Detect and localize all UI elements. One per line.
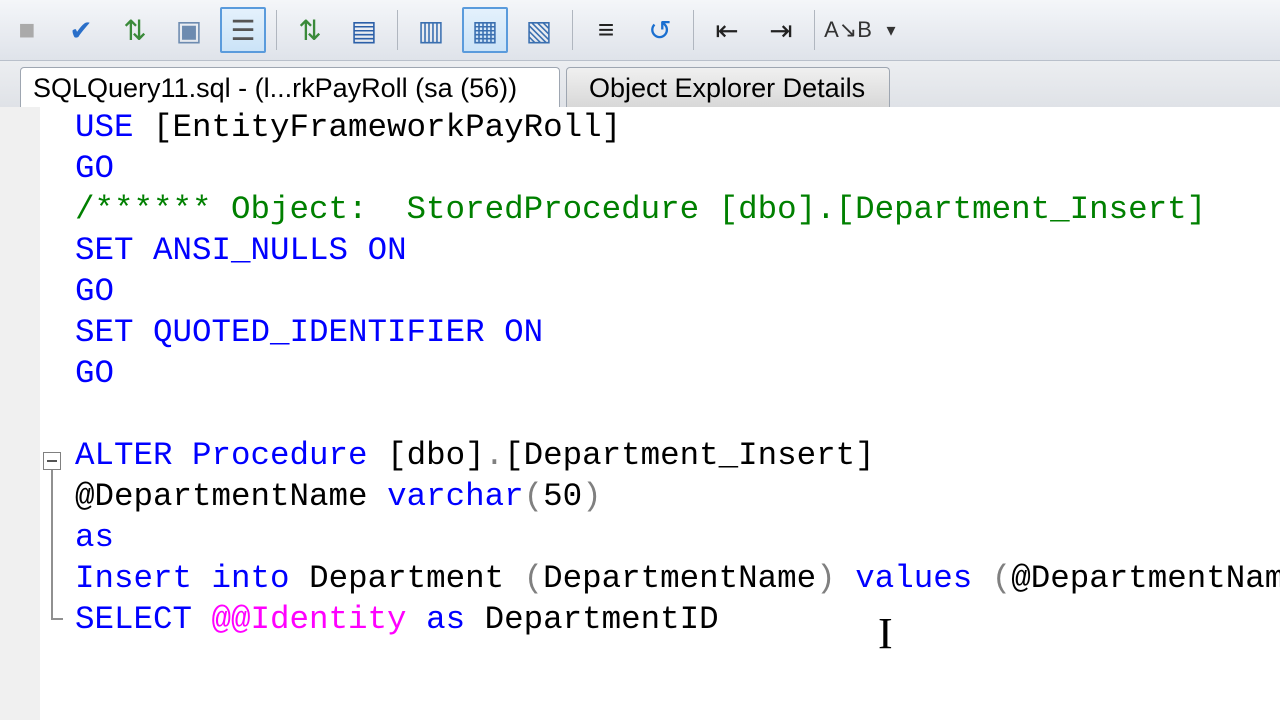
results-to-text-icon[interactable]: ☰ [220,7,266,53]
code-token: /****** Object: StoredProcedure [dbo].[D… [75,191,1280,228]
code-token: SET [75,314,154,351]
code-token: GO [75,273,115,310]
toolbar-separator [276,10,277,50]
specify-values-icon[interactable]: A↘B [824,7,872,53]
results-to-file-icon[interactable]: ▧ [516,7,562,53]
code-line: as [75,517,114,558]
code-line: SET QUOTED_IDENTIFIER ON [75,312,543,353]
code-line: GO [75,353,114,394]
comment-icon[interactable]: ≡ [583,7,629,53]
code-token: ) [582,478,602,515]
code-token: ) [816,560,856,597]
tab-sqlquery11[interactable]: SQLQuery11.sql - (l...rkPayRoll (sa (56)… [20,67,560,107]
toolbar-separator [814,10,815,50]
code-token: Insert [75,560,212,597]
fold-guide [51,470,53,620]
code-line: GO [75,148,114,189]
sql-editor[interactable]: USE [EntityFrameworkPayRoll] GO/****** Ob… [0,107,1280,720]
toolbar-separator [693,10,694,50]
collapse-icon[interactable] [43,452,61,470]
code-token: ( [991,560,1012,597]
code-token: USE [75,109,154,146]
client-stats-icon[interactable]: ▤ [341,7,387,53]
code-token: ( [523,478,544,515]
code-line: GO [75,271,114,312]
code-token: as [75,519,115,556]
code-line: @DepartmentName varchar(50) [75,476,602,517]
code-line: /****** Object: StoredProcedure [dbo].[D… [75,189,1280,230]
code-token: [Department_Insert] [504,437,875,474]
code-token: [dbo] [387,437,485,474]
code-token: SELECT [75,601,212,638]
code-token: QUOTED_IDENTIFIER [153,314,505,351]
display-estimated-plan-icon[interactable]: ⇅ [112,7,158,53]
code-token: varchar [387,478,524,515]
increase-indent-icon[interactable]: ⇥ [758,7,804,53]
code-line: Insert into Department (DepartmentName) … [75,558,1280,599]
code-token: ( [523,560,544,597]
code-token: . [484,437,505,474]
code-token: as [426,601,485,638]
toolbar-separator [572,10,573,50]
code-token: 50 [543,478,583,515]
code-token: ON [504,314,544,351]
include-plan-icon[interactable]: ⇅ [287,7,333,53]
code-token: @DepartmentName [1011,560,1280,597]
query-toolbar: ■ ✔ ⇅ ▣ ☰ ⇅ ▤ ▥ ▦ ▧ ≡ ↺ ⇤ ⇥ A↘B ▾ [0,0,1280,61]
code-token: ALTER [75,437,193,474]
code-line: SELECT @@Identity as DepartmentID [75,599,719,640]
overflow-icon[interactable]: ▾ [879,7,903,53]
code-token: Procedure [192,437,388,474]
results-to-grid-icon[interactable]: ▦ [462,7,508,53]
document-tabs: SQLQuery11.sql - (l...rkPayRoll (sa (56)… [0,61,1280,107]
code-line: ALTER Procedure [dbo].[Department_Insert… [75,435,875,476]
code-token: DepartmentName [543,560,817,597]
code-token: GO [75,150,115,187]
decrease-indent-icon[interactable]: ⇤ [704,7,750,53]
code-token: ON [367,232,407,269]
query-designer-icon[interactable]: ▣ [166,7,212,53]
text-cursor-icon: I [878,609,893,658]
code-token: Department [309,560,524,597]
code-token: GO [75,355,115,392]
code-line: USE [EntityFrameworkPayRoll] [75,107,621,148]
code-token: ANSI_NULLS [153,232,368,269]
code-line: SET ANSI_NULLS ON [75,230,407,271]
uncomment-icon[interactable]: ↺ [637,7,683,53]
parse-check-icon[interactable]: ✔ [58,7,104,53]
toolbar-separator [397,10,398,50]
stop-icon[interactable]: ■ [4,7,50,53]
code-token: SET [75,232,154,269]
results-to-text-icon-2[interactable]: ▥ [408,7,454,53]
code-token: @@Identity [211,601,427,638]
tab-object-explorer-details[interactable]: Object Explorer Details [566,67,890,107]
editor-gutter [0,107,40,720]
code-token: into [211,560,310,597]
code-token: DepartmentID [484,601,719,638]
fold-guide-end [51,618,63,620]
code-token: [EntityFrameworkPayRoll] [153,109,622,146]
code-token: @DepartmentName [75,478,388,515]
code-token: values [855,560,992,597]
